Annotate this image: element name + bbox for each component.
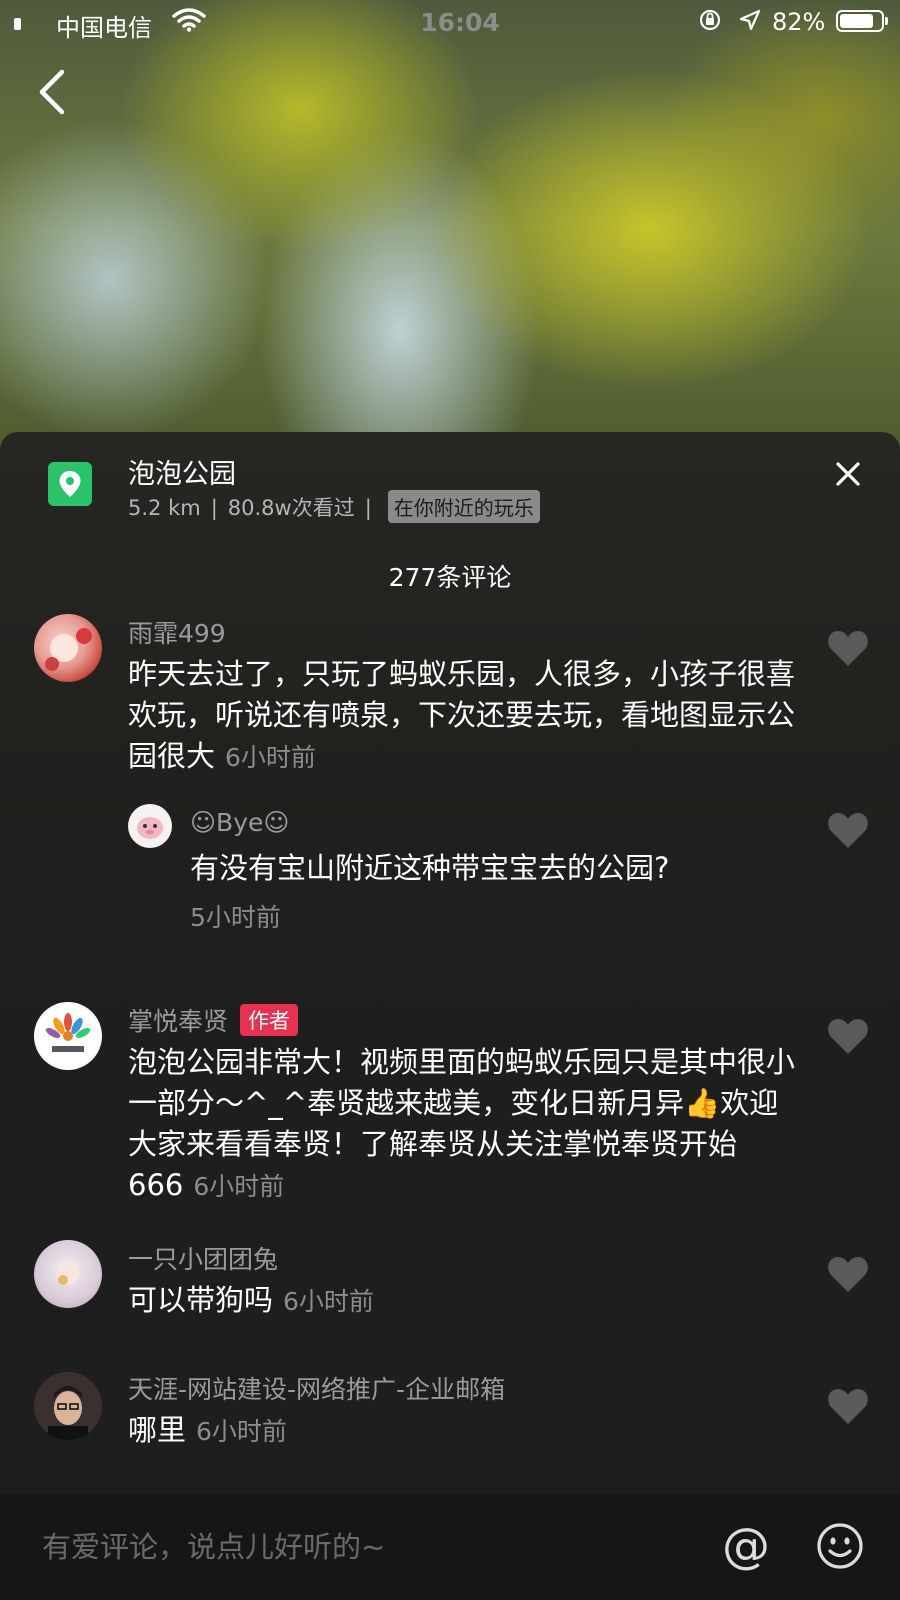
heart-icon xyxy=(828,1257,868,1292)
comments-sheet: 泡泡公园 5.2 km | 80.8w次看过 | 在你附近的玩乐 277条评论 雨霏49… xyxy=(0,432,900,1600)
comment-username[interactable]: 雨霏499 xyxy=(128,614,226,650)
like-button[interactable] xyxy=(826,810,870,850)
poi-distance: 5.2 km xyxy=(128,496,201,520)
comment-body: 可以带狗吗 xyxy=(128,1283,274,1317)
back-button[interactable] xyxy=(30,64,78,120)
status-bar: 中国电信 16:04 82% xyxy=(0,0,900,44)
avatar[interactable] xyxy=(128,804,172,848)
comment-time: 6小时前 xyxy=(193,1172,285,1201)
avatar[interactable] xyxy=(34,614,102,682)
emoji-button[interactable] xyxy=(816,1522,864,1570)
location-pin-icon xyxy=(48,462,92,506)
clock: 16:04 xyxy=(420,8,500,37)
heart-icon xyxy=(828,631,868,666)
author-badge: 作者 xyxy=(240,1004,299,1036)
reply-time: 5小时前 xyxy=(190,903,281,932)
close-icon xyxy=(836,462,860,486)
reply-body: 有没有宝山附近这种带宝宝去的公园? xyxy=(190,851,670,885)
avatar[interactable] xyxy=(34,1372,102,1440)
comment-time: 6小时前 xyxy=(225,743,316,772)
poi-meta: 5.2 km | 80.8w次看过 | 在你附近的玩乐 xyxy=(128,490,540,523)
comment-text: 哪里 6小时前 xyxy=(128,1410,798,1452)
meta-separator: | xyxy=(210,496,218,520)
heart-icon xyxy=(828,813,868,848)
comment-time: 6小时前 xyxy=(196,1417,287,1446)
chevron-left-icon xyxy=(39,69,65,115)
comment-text: 昨天去过了，只玩了蚂蚁乐园，人很多，小孩子很喜欢玩，听说还有喷泉，下次还要去玩，… xyxy=(128,654,798,778)
battery-level xyxy=(840,14,873,28)
smiley-icon xyxy=(817,1523,863,1569)
comment-text: 可以带狗吗 6小时前 xyxy=(128,1280,798,1322)
comment-text: 泡泡公园非常大！视频里面的蚂蚁乐园只是其中很小一部分～^_^奉贤越来越美，变化日… xyxy=(128,1042,798,1207)
battery-percent: 82% xyxy=(772,8,826,36)
avatar[interactable] xyxy=(34,1002,102,1070)
like-button[interactable] xyxy=(826,1386,870,1426)
close-button[interactable] xyxy=(834,460,862,488)
poi-name: 泡泡公园 xyxy=(128,459,236,490)
like-button[interactable] xyxy=(826,1016,870,1056)
heart-icon xyxy=(828,1019,868,1054)
video-background xyxy=(0,0,900,460)
heart-icon xyxy=(828,1389,868,1424)
mention-button[interactable]: @ xyxy=(722,1520,772,1572)
reply-username[interactable]: ☺Bye☺ xyxy=(190,808,289,837)
avatar[interactable] xyxy=(34,1240,102,1308)
comment-username: 掌悦奉贤 作者 xyxy=(128,1002,299,1038)
meta-separator: | xyxy=(364,496,372,520)
comment-input[interactable] xyxy=(40,1524,664,1570)
like-button[interactable] xyxy=(826,628,870,668)
comment-username[interactable]: 一只小团团兔 xyxy=(128,1240,278,1276)
comment-input-bar: @ xyxy=(0,1494,900,1600)
location-arrow-icon xyxy=(739,9,761,31)
comment-username[interactable]: 天涯-网站建设-网络推广-企业邮箱 xyxy=(128,1370,505,1406)
poi-tag[interactable]: 在你附近的玩乐 xyxy=(387,490,540,523)
poi-views: 80.8w次看过 xyxy=(227,496,355,520)
comment-time: 6小时前 xyxy=(283,1287,374,1316)
comment-body: 哪里 xyxy=(128,1413,187,1447)
rotation-lock-icon xyxy=(699,9,721,31)
like-button[interactable] xyxy=(826,1254,870,1294)
battery-icon xyxy=(836,10,888,32)
comment-count: 277条评论 xyxy=(388,563,512,592)
author-name[interactable]: 掌悦奉贤 xyxy=(128,1007,228,1036)
reply-text: 有没有宝山附近这种带宝宝去的公园? xyxy=(190,848,800,889)
